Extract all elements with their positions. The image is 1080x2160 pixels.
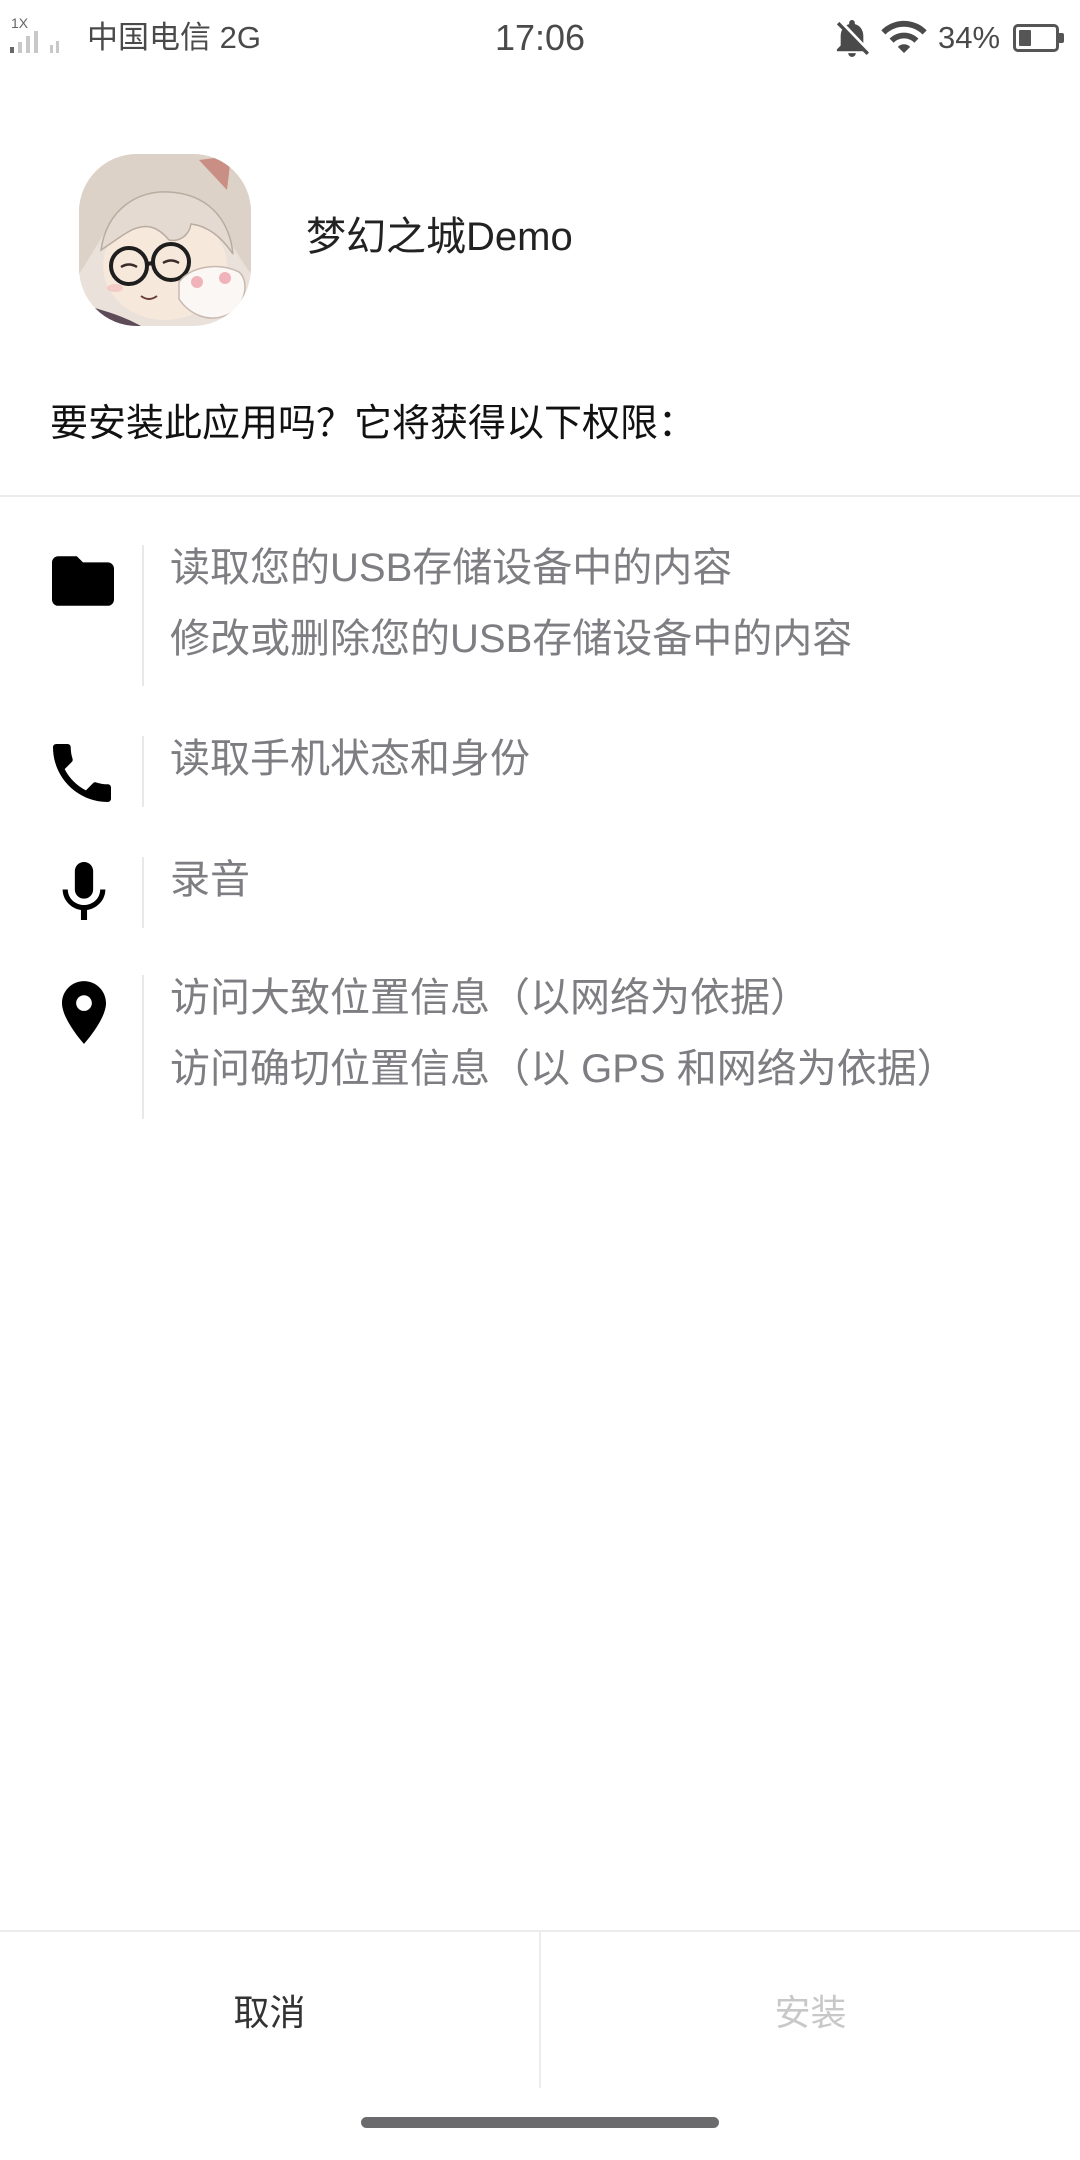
microphone-icon [62, 862, 106, 920]
install-button[interactable]: 安装 [541, 1932, 1080, 2088]
location-pin-icon [62, 981, 106, 1044]
permission-divider [142, 857, 144, 928]
wifi-icon [881, 20, 927, 53]
permission-divider [142, 545, 144, 686]
cancel-button[interactable]: 取消 [0, 1932, 539, 2088]
phone-icon [53, 744, 111, 802]
permission-line: 访问确切位置信息（以 GPS 和网络为依据） [170, 1047, 957, 1091]
install-prompt: 要安装此应用吗？它将获得以下权限： [50, 403, 697, 445]
permission-divider [142, 975, 144, 1119]
permission-lines: 录音 [170, 845, 1050, 916]
divider [0, 495, 1080, 497]
battery-fill [1019, 30, 1031, 46]
permission-divider [142, 736, 144, 807]
folder-icon [52, 556, 114, 606]
permission-line: 读取您的USB存储设备中的内容 [170, 546, 733, 590]
permission-group-location: 访问大致位置信息（以网络为依据） 访问确切位置信息（以 GPS 和网络为依据） [0, 975, 1080, 1119]
permission-line: 访问大致位置信息（以网络为依据） [170, 976, 810, 1020]
permission-lines: 读取手机状态和身份 [170, 724, 1050, 795]
status-bar: 1X 中国电信 2G 17:06 34% [0, 0, 1080, 76]
notifications-off-icon [836, 20, 869, 57]
permission-group-storage: 读取您的USB存储设备中的内容 修改或删除您的USB存储设备中的内容 [0, 545, 1080, 686]
app-name: 梦幻之城Demo [306, 215, 573, 259]
permission-line: 读取手机状态和身份 [170, 737, 530, 781]
battery-body [1013, 24, 1059, 52]
battery-icon [1013, 24, 1065, 52]
action-bar: 取消 安装 [0, 1930, 1080, 2088]
permission-lines: 访问大致位置信息（以网络为依据） 访问确切位置信息（以 GPS 和网络为依据） [170, 963, 1050, 1105]
permission-group-phone: 读取手机状态和身份 [0, 736, 1080, 807]
permission-group-microphone: 录音 [0, 857, 1080, 928]
home-indicator[interactable] [361, 2117, 719, 2128]
battery-nub [1059, 33, 1064, 43]
permission-line: 录音 [170, 858, 250, 902]
app-icon [79, 154, 251, 326]
battery-percent: 34% [938, 20, 1001, 55]
permission-lines: 读取您的USB存储设备中的内容 修改或删除您的USB存储设备中的内容 [170, 533, 1050, 675]
permission-line: 修改或删除您的USB存储设备中的内容 [170, 617, 853, 661]
